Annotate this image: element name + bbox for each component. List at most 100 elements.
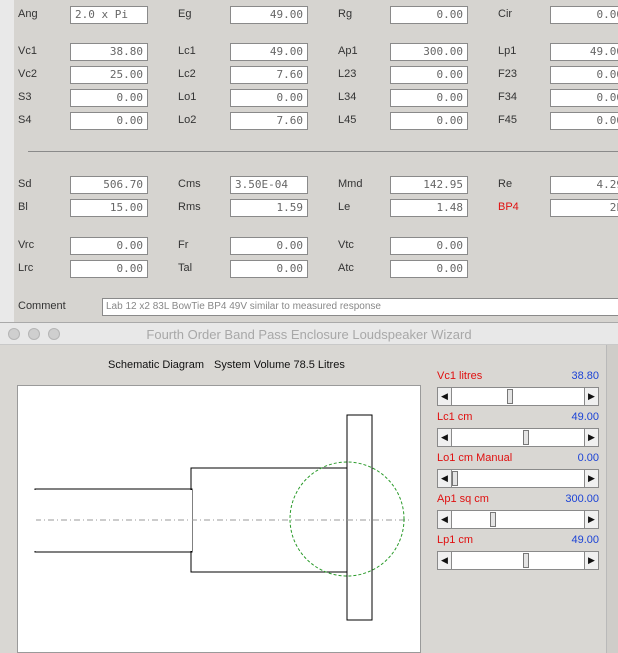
slider-label-lc1: Lc1 cm xyxy=(437,411,473,423)
slider-track-ap1[interactable]: ◀ ▶ xyxy=(437,510,599,529)
slider-value-lc1: 49.00 xyxy=(571,411,599,423)
param-label-le: Le xyxy=(338,201,351,213)
param-label-vtc: Vtc xyxy=(338,239,354,251)
slider-label-ap1: Ap1 sq cm xyxy=(437,493,489,505)
param-field-le[interactable]: 1.48 xyxy=(390,199,468,217)
slider-thumb-lp1[interactable] xyxy=(523,553,529,568)
param-field-vtc[interactable]: 0.00 xyxy=(390,237,468,255)
param-field-cms[interactable]: 3.50E-04 xyxy=(230,176,308,194)
param-label-vc2: Vc2 xyxy=(18,68,37,80)
slider-right-arrow-icon[interactable]: ▶ xyxy=(584,388,598,405)
slider-value-ap1: 300.00 xyxy=(565,493,599,505)
slider-value-lp1: 49.00 xyxy=(571,534,599,546)
param-label-lo2: Lo2 xyxy=(178,114,197,126)
param-label-f23: F23 xyxy=(498,68,517,80)
param-field-bl[interactable]: 15.00 xyxy=(70,199,148,217)
param-field-s3[interactable]: 0.00 xyxy=(70,89,148,107)
wizard-window: Fourth Order Band Pass Enclosure Loudspe… xyxy=(0,322,618,653)
param-field-atc[interactable]: 0.00 xyxy=(390,260,468,278)
param-label-s4: S4 xyxy=(18,114,32,126)
param-field-f45[interactable]: 0.00 xyxy=(550,112,618,130)
slider-right-arrow-icon[interactable]: ▶ xyxy=(584,470,598,487)
slider-thumb-lc1[interactable] xyxy=(523,430,529,445)
slider-row-ap1: Ap1 sq cm 300.00 ◀ ▶ xyxy=(437,493,599,530)
param-field-bp4[interactable]: 2P xyxy=(550,199,618,217)
slider-value-lo1: 0.00 xyxy=(577,452,599,464)
param-label-s3: S3 xyxy=(18,91,32,103)
slider-thumb-lo1[interactable] xyxy=(452,471,458,486)
param-label-vc1: Vc1 xyxy=(18,45,37,57)
param-label-lc2: Lc2 xyxy=(178,68,196,80)
param-label-l34: L34 xyxy=(338,91,357,103)
param-field-rg[interactable]: 0.00 xyxy=(390,6,468,24)
param-field-f34[interactable]: 0.00 xyxy=(550,89,618,107)
schematic-svg xyxy=(34,414,410,621)
param-label-cms: Cms xyxy=(178,178,201,190)
param-field-fr[interactable]: 0.00 xyxy=(230,237,308,255)
param-label-cir: Cir xyxy=(498,8,513,20)
slider-left-arrow-icon[interactable]: ◀ xyxy=(438,429,452,446)
param-label-bl: Bl xyxy=(18,201,28,213)
driver-baffle xyxy=(346,414,373,621)
slider-right-arrow-icon[interactable]: ▶ xyxy=(584,429,598,446)
param-field-lc1[interactable]: 49.00 xyxy=(230,43,308,61)
param-label-bp4: BP4 xyxy=(498,201,519,213)
param-field-re[interactable]: 4.29 xyxy=(550,176,618,194)
param-label-lc1: Lc1 xyxy=(178,45,196,57)
param-field-sd[interactable]: 506.70 xyxy=(70,176,148,194)
param-label-lo1: Lo1 xyxy=(178,91,197,103)
param-label-ang: Ang xyxy=(18,8,38,20)
param-field-ap1[interactable]: 300.00 xyxy=(390,43,468,61)
param-field-ang[interactable]: 2.0 x Pi xyxy=(70,6,148,24)
slider-left-arrow-icon[interactable]: ◀ xyxy=(438,511,452,528)
param-field-vrc[interactable]: 0.00 xyxy=(70,237,148,255)
parameter-panel: Ang 2.0 x Pi Eg 49.00 Rg 0.00 Cir 0.00 Vc1 38.80 L… xyxy=(0,0,618,322)
param-label-ap1: Ap1 xyxy=(338,45,358,57)
param-field-eg[interactable]: 49.00 xyxy=(230,6,308,24)
slider-track-vc1[interactable]: ◀ ▶ xyxy=(437,387,599,406)
slider-thumb-vc1[interactable] xyxy=(507,389,513,404)
slider-track-lp1[interactable]: ◀ ▶ xyxy=(437,551,599,570)
slider-right-arrow-icon[interactable]: ▶ xyxy=(584,552,598,569)
param-field-lc2[interactable]: 7.60 xyxy=(230,66,308,84)
param-label-eg: Eg xyxy=(178,8,192,20)
slider-row-lp1: Lp1 cm 49.00 ◀ ▶ xyxy=(437,534,599,571)
param-label-rg: Rg xyxy=(338,8,353,20)
param-field-s4[interactable]: 0.00 xyxy=(70,112,148,130)
param-field-vc1[interactable]: 38.80 xyxy=(70,43,148,61)
param-label-re: Re xyxy=(498,178,513,190)
slider-track-lo1[interactable]: ◀ ▶ xyxy=(437,469,599,488)
param-label-lrc: Lrc xyxy=(18,262,34,274)
slider-thumb-ap1[interactable] xyxy=(490,512,496,527)
param-label-atc: Atc xyxy=(338,262,354,274)
param-field-vc2[interactable]: 25.00 xyxy=(70,66,148,84)
slider-left-arrow-icon[interactable]: ◀ xyxy=(438,470,452,487)
param-field-mmd[interactable]: 142.95 xyxy=(390,176,468,194)
slider-left-arrow-icon[interactable]: ◀ xyxy=(438,552,452,569)
param-label-l23: L23 xyxy=(338,68,357,80)
param-field-lp1[interactable]: 49.00 xyxy=(550,43,618,61)
slider-label-vc1: Vc1 litres xyxy=(437,370,483,382)
slider-left-arrow-icon[interactable]: ◀ xyxy=(438,388,452,405)
param-field-rms[interactable]: 1.59 xyxy=(230,199,308,217)
param-field-f23[interactable]: 0.00 xyxy=(550,66,618,84)
param-field-l23[interactable]: 0.00 xyxy=(390,66,468,84)
param-field-lo1[interactable]: 0.00 xyxy=(230,89,308,107)
param-label-mmd: Mmd xyxy=(338,178,363,190)
param-field-cir[interactable]: 0.00 xyxy=(550,6,618,24)
param-label-lp1: Lp1 xyxy=(498,45,517,57)
param-field-lrc[interactable]: 0.00 xyxy=(70,260,148,278)
slider-label-lp1: Lp1 cm xyxy=(437,534,474,546)
slider-right-arrow-icon[interactable]: ▶ xyxy=(584,511,598,528)
param-field-lo2[interactable]: 7.60 xyxy=(230,112,308,130)
comment-label: Comment xyxy=(18,300,66,312)
param-field-l45[interactable]: 0.00 xyxy=(390,112,468,130)
param-field-tal[interactable]: 0.00 xyxy=(230,260,308,278)
slider-row-lo1: Lo1 cm Manual 0.00 ◀ ▶ xyxy=(437,452,599,489)
schematic-diagram xyxy=(17,385,421,653)
slider-track-lc1[interactable]: ◀ ▶ xyxy=(437,428,599,447)
comment-field[interactable]: Lab 12 x2 83L BowTie BP4 49V similar to … xyxy=(102,298,618,316)
title-bar: Fourth Order Band Pass Enclosure Loudspe… xyxy=(0,323,618,345)
param-field-l34[interactable]: 0.00 xyxy=(390,89,468,107)
slider-value-vc1: 38.80 xyxy=(571,370,599,382)
